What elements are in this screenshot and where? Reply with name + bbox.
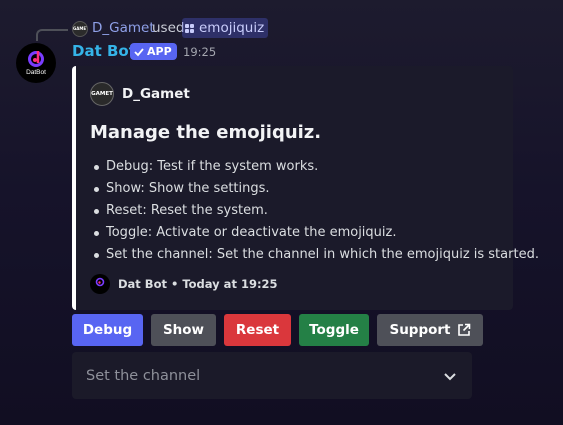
embed-footer-icon <box>90 274 110 294</box>
show-button[interactable]: Show <box>151 314 216 346</box>
embed-author-avatar: GAMET <box>90 82 114 106</box>
bot-name[interactable]: Dat Bot <box>72 42 136 60</box>
embed-list-item: Debug: Test if the system works. <box>90 156 539 178</box>
reset-button[interactable]: Reset <box>224 314 291 346</box>
command-reply-line: GAMET D_Gamet used emojiquiz <box>0 18 563 41</box>
embed-footer-text: Dat Bot • Today at 19:25 <box>118 277 278 291</box>
embed-list-item: Set the channel: Set the channel in whic… <box>90 244 539 266</box>
embed-title: Manage the emojiquiz. <box>90 122 322 143</box>
embed-footer: Dat Bot • Today at 19:25 <box>90 274 278 294</box>
embed-card: GAMET D_Gamet Manage the emojiquiz. Debu… <box>72 66 539 310</box>
bot-avatar-text: DatBot <box>26 69 46 76</box>
embed-description-list: Debug: Test if the system works. Show: S… <box>90 156 539 266</box>
support-button-label: Support <box>389 322 451 338</box>
embed-author: GAMET D_Gamet <box>90 82 190 106</box>
embed-list-item: Toggle: Activate or deactivate the emoji… <box>90 222 539 244</box>
action-button-row: Debug Show Reset Toggle Support <box>72 314 483 346</box>
channel-select-placeholder: Set the channel <box>86 367 201 384</box>
external-link-icon <box>457 323 470 336</box>
verified-check-icon <box>134 47 144 56</box>
support-link-button[interactable]: Support <box>377 314 483 346</box>
bot-avatar[interactable]: DatBot <box>16 43 56 83</box>
command-used-text: used <box>152 20 185 36</box>
command-name: emojiquiz <box>199 20 265 36</box>
bot-logo-icon <box>28 51 44 67</box>
command-user-name[interactable]: D_Gamet <box>92 20 155 36</box>
debug-button[interactable]: Debug <box>72 314 143 346</box>
toggle-button[interactable]: Toggle <box>299 314 369 346</box>
app-command-icon <box>185 23 194 33</box>
reply-spine <box>36 29 68 41</box>
app-badge-label: APP <box>147 45 172 58</box>
channel-select[interactable]: Set the channel <box>72 352 472 399</box>
embed-list-item: Reset: Reset the system. <box>90 200 539 222</box>
embed-author-name: D_Gamet <box>122 86 190 102</box>
app-badge: APP <box>130 43 177 60</box>
bot-logo-icon <box>95 277 105 287</box>
command-name-pill[interactable]: emojiquiz <box>182 18 269 38</box>
message-timestamp: 19:25 <box>183 45 217 59</box>
chevron-down-icon <box>444 372 456 380</box>
command-user-avatar[interactable]: GAMET <box>72 21 88 37</box>
embed-list-item: Show: Show the settings. <box>90 178 539 200</box>
